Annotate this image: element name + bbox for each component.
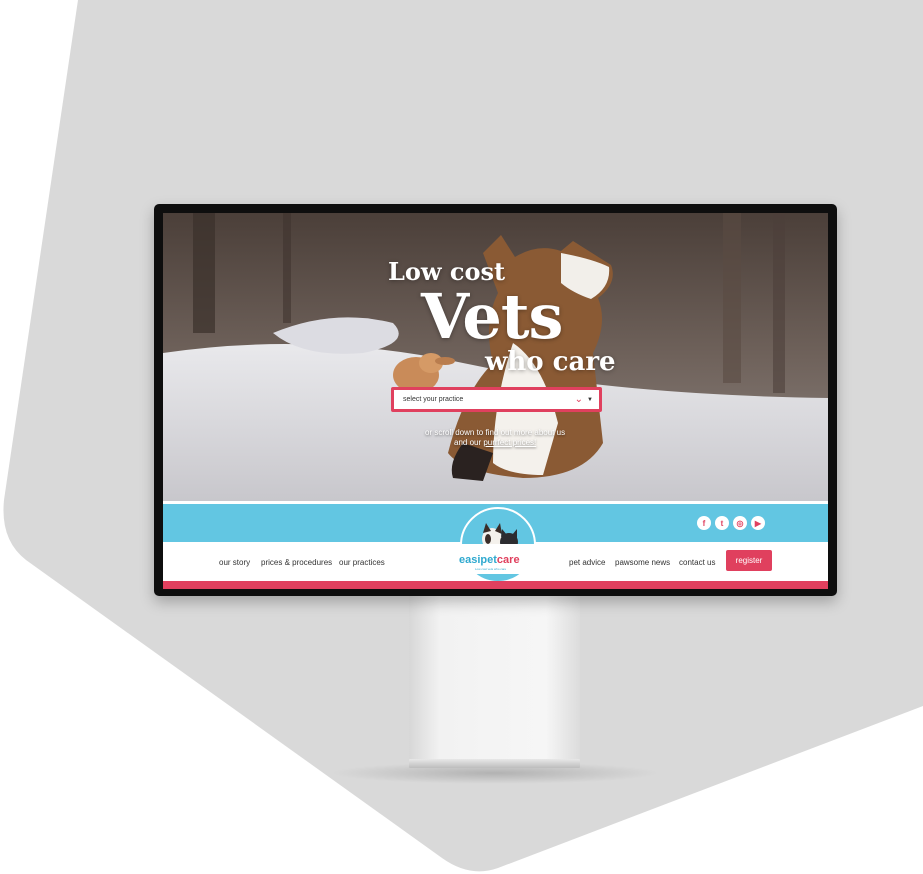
nav-our-story[interactable]: our story [219, 558, 250, 567]
scroll-hint-line-2: and our purrfect prices! [454, 438, 536, 447]
social-icons: f t ◎ ▶ [697, 516, 765, 530]
instagram-icon[interactable]: ◎ [733, 516, 747, 530]
practice-select-dropdown[interactable]: select your practice ⌄ ▼ [391, 387, 602, 412]
website-screen: Low cost Vets who care select your pract… [163, 213, 828, 589]
hero-headline-who-care: who care [485, 347, 616, 377]
monitor-stand-base [409, 759, 580, 768]
nav-pawsome-news[interactable]: pawsome news [615, 558, 670, 567]
purrfect-prices-link[interactable]: purrfect prices! [483, 438, 536, 447]
footer-pink-stripe [163, 581, 828, 589]
easipetcare-logo[interactable]: easipetcare [459, 554, 520, 566]
presentation-stage: Low cost Vets who care select your pract… [0, 0, 923, 874]
practice-select-placeholder: select your practice [403, 396, 464, 403]
nav-contact-us[interactable]: contact us [679, 558, 715, 567]
youtube-icon[interactable]: ▶ [751, 516, 765, 530]
nav-prices-procedures[interactable]: prices & procedures [261, 558, 332, 567]
hero-section: Low cost Vets who care select your pract… [163, 213, 828, 501]
nav-pet-advice[interactable]: pet advice [569, 558, 605, 567]
facebook-icon[interactable]: f [697, 516, 711, 530]
register-button[interactable]: register [726, 550, 772, 571]
hero-headline-vets: Vets [421, 280, 563, 353]
logo-tagline: Low cost vets who care [475, 567, 507, 571]
chevron-down-icon: ⌄ [574, 394, 584, 405]
scroll-hint-text: or scroll down to find out more about us [425, 428, 566, 437]
scroll-hint-prefix: and our [454, 438, 484, 447]
logo-text-part-1: easipet [459, 554, 497, 566]
caret-down-icon: ▼ [587, 396, 593, 403]
monitor-stand [409, 596, 580, 759]
monitor-frame: Low cost Vets who care select your pract… [154, 204, 837, 596]
logo-text-part-2: care [496, 554, 520, 566]
twitter-icon[interactable]: t [715, 516, 729, 530]
nav-our-practices[interactable]: our practices [339, 558, 385, 567]
